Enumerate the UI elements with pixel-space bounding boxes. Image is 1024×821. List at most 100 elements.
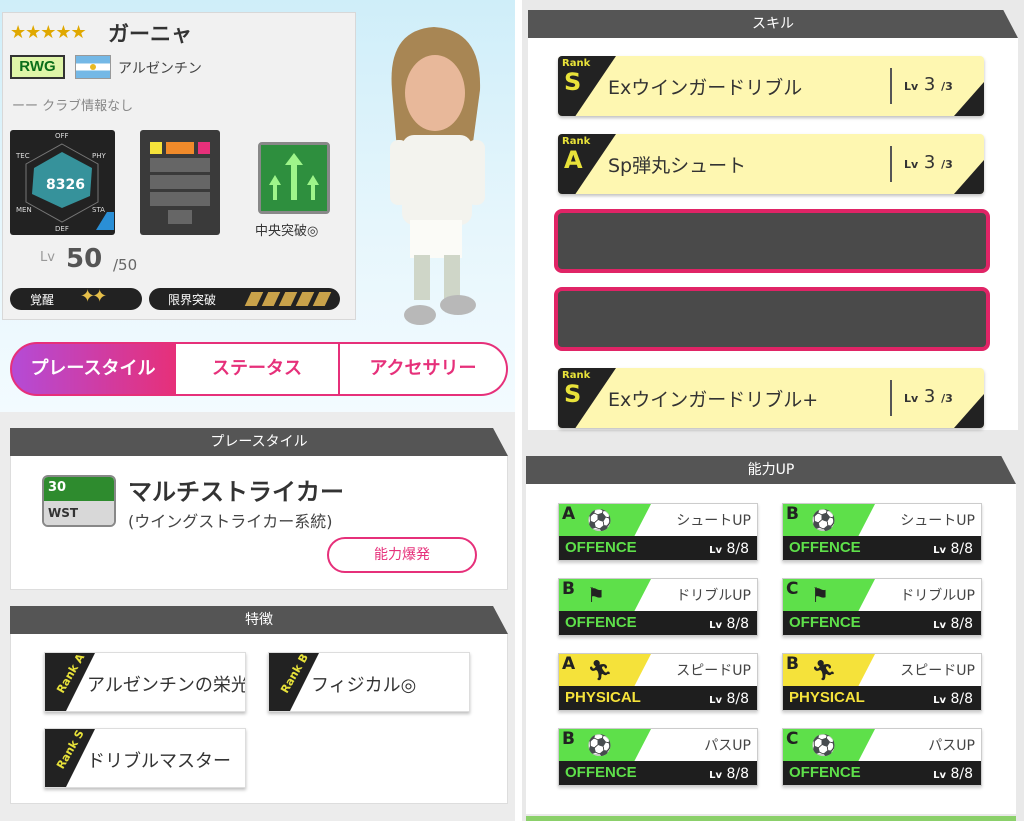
- ability-card[interactable]: B ⚽ パスUP OFFENCE Lv 8/8: [558, 728, 758, 786]
- ability-card[interactable]: A 🏃︎ スピードUP PHYSICAL Lv 8/8: [558, 653, 758, 711]
- ability-level: Lv 8/8: [933, 541, 973, 557]
- skill-rank: A: [564, 146, 583, 174]
- ability-name: スピードUP: [900, 663, 975, 679]
- trait-label: アルゼンチンの栄光: [87, 675, 246, 696]
- ability-category: PHYSICAL: [789, 689, 865, 706]
- ability-name: シュートUP: [900, 513, 975, 529]
- radar-label-sta: STA: [92, 206, 105, 214]
- radar-label-tec: TEC: [16, 152, 30, 160]
- country-label: アルゼンチン: [118, 61, 202, 77]
- player-name: ガーニャ: [108, 22, 192, 46]
- ability-rank: B: [786, 654, 799, 674]
- level-max: /50: [113, 256, 138, 274]
- trait-label: ドリブルマスター: [87, 751, 231, 772]
- skill-card[interactable]: Rank S Exウインガードリブル Lv 3 /3: [558, 56, 984, 116]
- runner-icon: 🏃︎: [587, 658, 613, 682]
- tactic-label: 中央突破◎: [255, 224, 319, 239]
- position-badge: RWG: [10, 55, 65, 79]
- trait-rank: Rank B: [278, 652, 312, 696]
- overall-rating: 8326: [46, 177, 85, 193]
- tab-playstyle[interactable]: プレースタイル: [10, 342, 176, 396]
- skill-rank: S: [564, 380, 582, 408]
- ability-category: OFFENCE: [565, 539, 637, 556]
- ability-name: パスUP: [704, 738, 751, 754]
- ability-card[interactable]: B 🏃︎ スピードUP PHYSICAL Lv 8/8: [782, 653, 982, 711]
- tactic-icon[interactable]: [258, 142, 330, 214]
- skills-panel: スキル Rank S Exウインガードリブル Lv 3 /3 Rank A Sp弾丸…: [522, 0, 1024, 821]
- awaken-diamond-icon: ✦✦: [80, 286, 107, 307]
- limit-break-label: 限界突破: [168, 293, 217, 307]
- skill-rank: S: [564, 68, 582, 96]
- awaken-label: 覚醒: [30, 293, 55, 307]
- ability-rank: C: [786, 729, 799, 749]
- trait-rank: Rank A: [54, 652, 88, 696]
- abilities-header: 能力UP: [526, 456, 1016, 484]
- ability-level: Lv 8/8: [933, 766, 973, 782]
- ability-category: OFFENCE: [789, 764, 861, 781]
- ability-category: PHYSICAL: [565, 689, 641, 706]
- ability-name: シュートUP: [676, 513, 751, 529]
- ability-card[interactable]: A ⚽ シュートUP OFFENCE Lv 8/8: [558, 503, 758, 561]
- ability-name: パスUP: [928, 738, 975, 754]
- playstyle-header: プレースタイル: [10, 428, 508, 456]
- rarity-stars: ★★★★★: [10, 22, 87, 43]
- playstyle-badge-icon: 30 WST: [42, 475, 116, 527]
- skill-level: Lv 3 /3: [904, 152, 953, 173]
- player-detail-panel: ★★★★★ ガーニャ RWG アルゼンチン ーー クラブ情報なし OFF PHY…: [0, 0, 515, 821]
- level-label: Lv: [40, 250, 55, 265]
- formation-position-map[interactable]: [140, 130, 220, 235]
- pass-icon: ⚽: [811, 733, 836, 757]
- ability-level: Lv 8/8: [933, 616, 973, 632]
- formation-grid-icon: [150, 142, 210, 224]
- radar-label-phy: PHY: [92, 152, 106, 160]
- dribble-icon: ⚑: [587, 583, 605, 607]
- ability-name: スピードUP: [676, 663, 751, 679]
- ability-card[interactable]: C ⚽ パスUP OFFENCE Lv 8/8: [782, 728, 982, 786]
- empty-skill-slot[interactable]: [554, 209, 990, 273]
- playstyle-name: マルチストライカー: [128, 478, 344, 506]
- argentina-flag-icon: [75, 55, 111, 79]
- trait-label: フィジカル◎: [311, 675, 417, 696]
- playstyle-badge-number: 30: [48, 480, 67, 495]
- skill-level: Lv 3 /3: [904, 74, 953, 95]
- trait-card[interactable]: Rank A アルゼンチンの栄光: [44, 652, 246, 712]
- ability-name: ドリブルUP: [900, 588, 975, 604]
- ability-name: ドリブルUP: [676, 588, 751, 604]
- skill-name: Sp弾丸シュート: [608, 155, 747, 177]
- traits-header: 特徴: [10, 606, 508, 634]
- skills-header: スキル: [528, 10, 1018, 38]
- ability-rank: B: [786, 504, 799, 524]
- ability-card[interactable]: C ⚑ ドリブルUP OFFENCE Lv 8/8: [782, 578, 982, 636]
- ability-category: OFFENCE: [565, 764, 637, 781]
- ability-burst-button[interactable]: 能力爆発: [327, 537, 477, 573]
- runner-icon: 🏃︎: [811, 658, 837, 682]
- ability-level: Lv 8/8: [709, 766, 749, 782]
- bottom-accent-bar: [526, 816, 1016, 821]
- playstyle-badge-code: WST: [48, 506, 79, 520]
- trait-rank: Rank S: [54, 728, 87, 772]
- skill-name: Exウインガードリブル+: [608, 389, 819, 411]
- ball-icon: ⚽: [587, 508, 612, 532]
- ability-rank: A: [562, 504, 576, 524]
- skill-card[interactable]: Rank S Exウインガードリブル+ Lv 3 /3: [558, 368, 984, 428]
- ability-level: Lv 8/8: [709, 616, 749, 632]
- club-info: ーー クラブ情報なし: [12, 99, 134, 114]
- arrows-up-icon: [261, 145, 327, 211]
- tab-accessory[interactable]: アクセサリー: [340, 342, 508, 396]
- trait-card[interactable]: Rank B フィジカル◎: [268, 652, 470, 712]
- level-value: 50: [66, 244, 103, 274]
- skill-name: Exウインガードリブル: [608, 77, 803, 99]
- ability-level: Lv 8/8: [709, 541, 749, 557]
- radar-label-def: DEF: [55, 225, 69, 233]
- skill-card[interactable]: Rank A Sp弾丸シュート Lv 3 /3: [558, 134, 984, 194]
- ability-category: OFFENCE: [789, 539, 861, 556]
- ability-card[interactable]: B ⚽ シュートUP OFFENCE Lv 8/8: [782, 503, 982, 561]
- trait-card[interactable]: Rank S ドリブルマスター: [44, 728, 246, 788]
- ability-rank: C: [786, 579, 799, 599]
- playstyle-lineage: (ウイングストライカー系統): [128, 512, 333, 531]
- tab-status[interactable]: ステータス: [176, 342, 340, 396]
- ability-rank: A: [562, 654, 576, 674]
- ability-card[interactable]: B ⚑ ドリブルUP OFFENCE Lv 8/8: [558, 578, 758, 636]
- player-avatar: [390, 27, 485, 325]
- empty-skill-slot[interactable]: [554, 287, 990, 351]
